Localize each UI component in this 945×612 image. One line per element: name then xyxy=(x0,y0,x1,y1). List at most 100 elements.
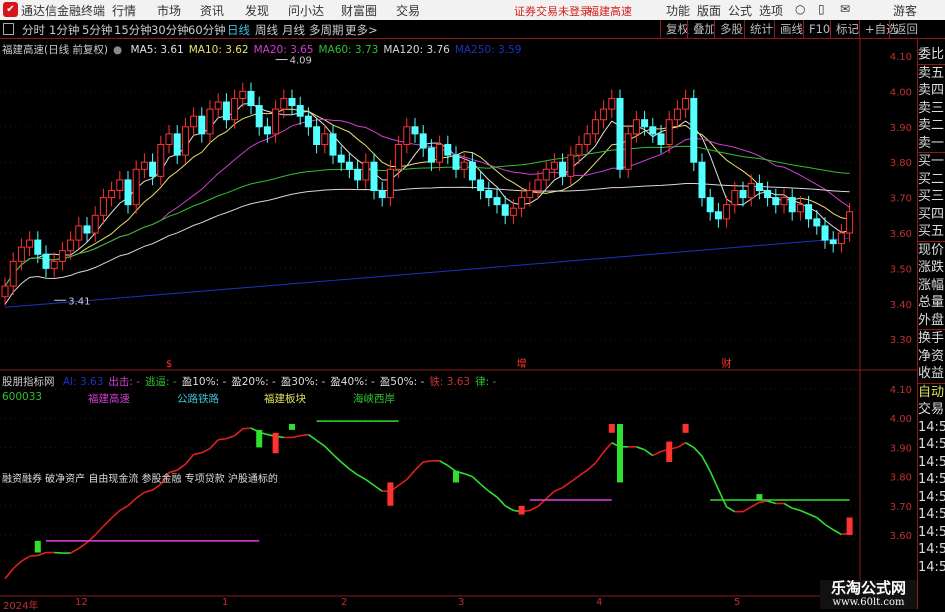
quote-field[interactable]: 14:56 xyxy=(918,454,945,472)
quote-field[interactable]: 涨幅 xyxy=(918,277,945,295)
candle-body xyxy=(67,239,75,252)
quote-field[interactable]: 14:56 xyxy=(918,471,945,489)
candle-body xyxy=(436,144,444,163)
date-label: 5 xyxy=(734,597,741,608)
quote-field[interactable]: 14:56 xyxy=(918,436,945,454)
quote-field[interactable]: 总量 xyxy=(918,294,945,312)
y-tick-label: 3.70 xyxy=(890,194,912,205)
indicator-name[interactable]: 股朋指标网 xyxy=(2,376,55,388)
candle-body xyxy=(829,239,837,245)
indicator-segment xyxy=(316,439,326,447)
quote-field[interactable]: 买四 xyxy=(918,206,945,224)
candle-body xyxy=(149,161,157,177)
candle-body xyxy=(550,161,558,170)
candle-body xyxy=(600,108,608,121)
quote-field[interactable]: 卖二 xyxy=(918,117,945,135)
candle-body xyxy=(116,179,124,192)
quote-field[interactable]: 交易 xyxy=(918,401,945,419)
candle-body xyxy=(444,144,452,156)
indicator-value: 盈10%: - xyxy=(181,376,227,388)
indicator-value: AI: 3.63 xyxy=(62,376,104,388)
candle-body xyxy=(132,168,140,206)
y-tick-label: 3.30 xyxy=(890,335,912,346)
indicator-segment xyxy=(570,475,580,483)
quote-field[interactable]: 现价 xyxy=(918,240,945,260)
indicator-segment xyxy=(529,505,539,512)
quote-field[interactable]: 14:56 xyxy=(918,541,945,559)
indicator-value: 铁: 3.63 xyxy=(429,376,471,388)
candle-body xyxy=(206,108,214,135)
y-tick-label: 4.00 xyxy=(890,87,912,98)
candle-body xyxy=(370,161,378,192)
indicator-segment xyxy=(709,471,720,490)
candle-body xyxy=(157,144,165,177)
candle-body xyxy=(468,161,476,181)
indicator-candle xyxy=(617,424,623,483)
candle-body xyxy=(624,133,632,170)
candle-body xyxy=(788,197,796,213)
quote-field[interactable]: 14:56 xyxy=(918,489,945,507)
candle-body xyxy=(231,97,239,121)
quote-field[interactable]: 净资 xyxy=(918,348,945,366)
indicator-value: 盈30%: - xyxy=(280,376,326,388)
candle-body xyxy=(108,190,116,199)
indicator-segment xyxy=(480,483,490,492)
quote-field[interactable]: 买一 xyxy=(918,152,945,171)
quote-field[interactable]: 买五 xyxy=(918,223,945,241)
candle-body xyxy=(329,133,337,156)
quote-field[interactable]: 收益 xyxy=(918,365,945,383)
indicator-candle xyxy=(682,424,689,433)
indicator-segment xyxy=(332,453,342,463)
y2-tick-label: 3.90 xyxy=(890,443,912,454)
quote-field[interactable]: 外盘 xyxy=(918,312,945,330)
y-tick-label: 3.90 xyxy=(890,123,912,134)
quote-field[interactable]: 卖五 xyxy=(918,63,945,83)
candle-body xyxy=(846,211,854,234)
quote-field[interactable]: 14:56 xyxy=(918,524,945,542)
indicator-segment xyxy=(78,541,88,550)
quote-field[interactable]: 14:56 xyxy=(918,419,945,437)
indicator-segment xyxy=(447,464,457,472)
candle-body xyxy=(42,253,50,269)
indicator-segment xyxy=(423,460,432,463)
date-label: 2024年 xyxy=(3,601,39,612)
candle-body xyxy=(805,204,813,220)
indicator-segment xyxy=(218,437,227,441)
candle-body xyxy=(608,97,616,110)
quote-field[interactable]: 卖三 xyxy=(918,100,945,118)
indicator-segment xyxy=(586,462,596,471)
indicator-segment xyxy=(102,517,113,527)
quote-field[interactable]: 卖四 xyxy=(918,82,945,100)
indicator-segment xyxy=(307,433,318,442)
candle-body xyxy=(91,214,99,234)
watermark-line1: 乐淘公式网 xyxy=(830,579,906,597)
indicator-value: 逃逼: - xyxy=(145,376,177,388)
price-chart[interactable]: 4.10 4.00 3.90 3.80 3.70 3.60 3.50 3.40 3.30 4.10… xyxy=(0,0,917,609)
candle-body xyxy=(173,133,181,156)
quote-field[interactable]: 委比 xyxy=(918,46,945,64)
concept-notes: 融资融券 破净资产 自由现金流 参股金融 专项贷款 沪股通标的 xyxy=(2,474,278,485)
indicator-segment xyxy=(209,439,219,450)
candle-body xyxy=(731,190,739,206)
ma-line-1 xyxy=(4,108,850,287)
date-label: 2 xyxy=(341,597,348,608)
quote-field[interactable]: 自动 xyxy=(918,382,945,402)
quote-field[interactable]: 涨跌 xyxy=(918,259,945,277)
candle-body xyxy=(657,133,665,146)
indicator-segment xyxy=(184,453,195,465)
quote-field[interactable]: 14:56 xyxy=(918,506,945,524)
quote-field[interactable]: 换手 xyxy=(918,329,945,348)
candle-body xyxy=(796,204,804,213)
quote-field[interactable]: 买三 xyxy=(918,188,945,206)
quote-field[interactable]: 14:56 xyxy=(918,559,945,577)
candle-body xyxy=(75,225,83,241)
quote-field[interactable]: 买二 xyxy=(918,171,945,189)
candle-body xyxy=(83,225,91,234)
indicator-segment xyxy=(562,481,572,489)
candle-body xyxy=(723,204,731,220)
date-label: 4 xyxy=(596,597,603,608)
candle-body xyxy=(321,133,329,146)
candle-body xyxy=(772,197,780,206)
indicator-value: 出击: - xyxy=(108,376,141,388)
quote-field[interactable]: 卖一 xyxy=(918,135,945,153)
